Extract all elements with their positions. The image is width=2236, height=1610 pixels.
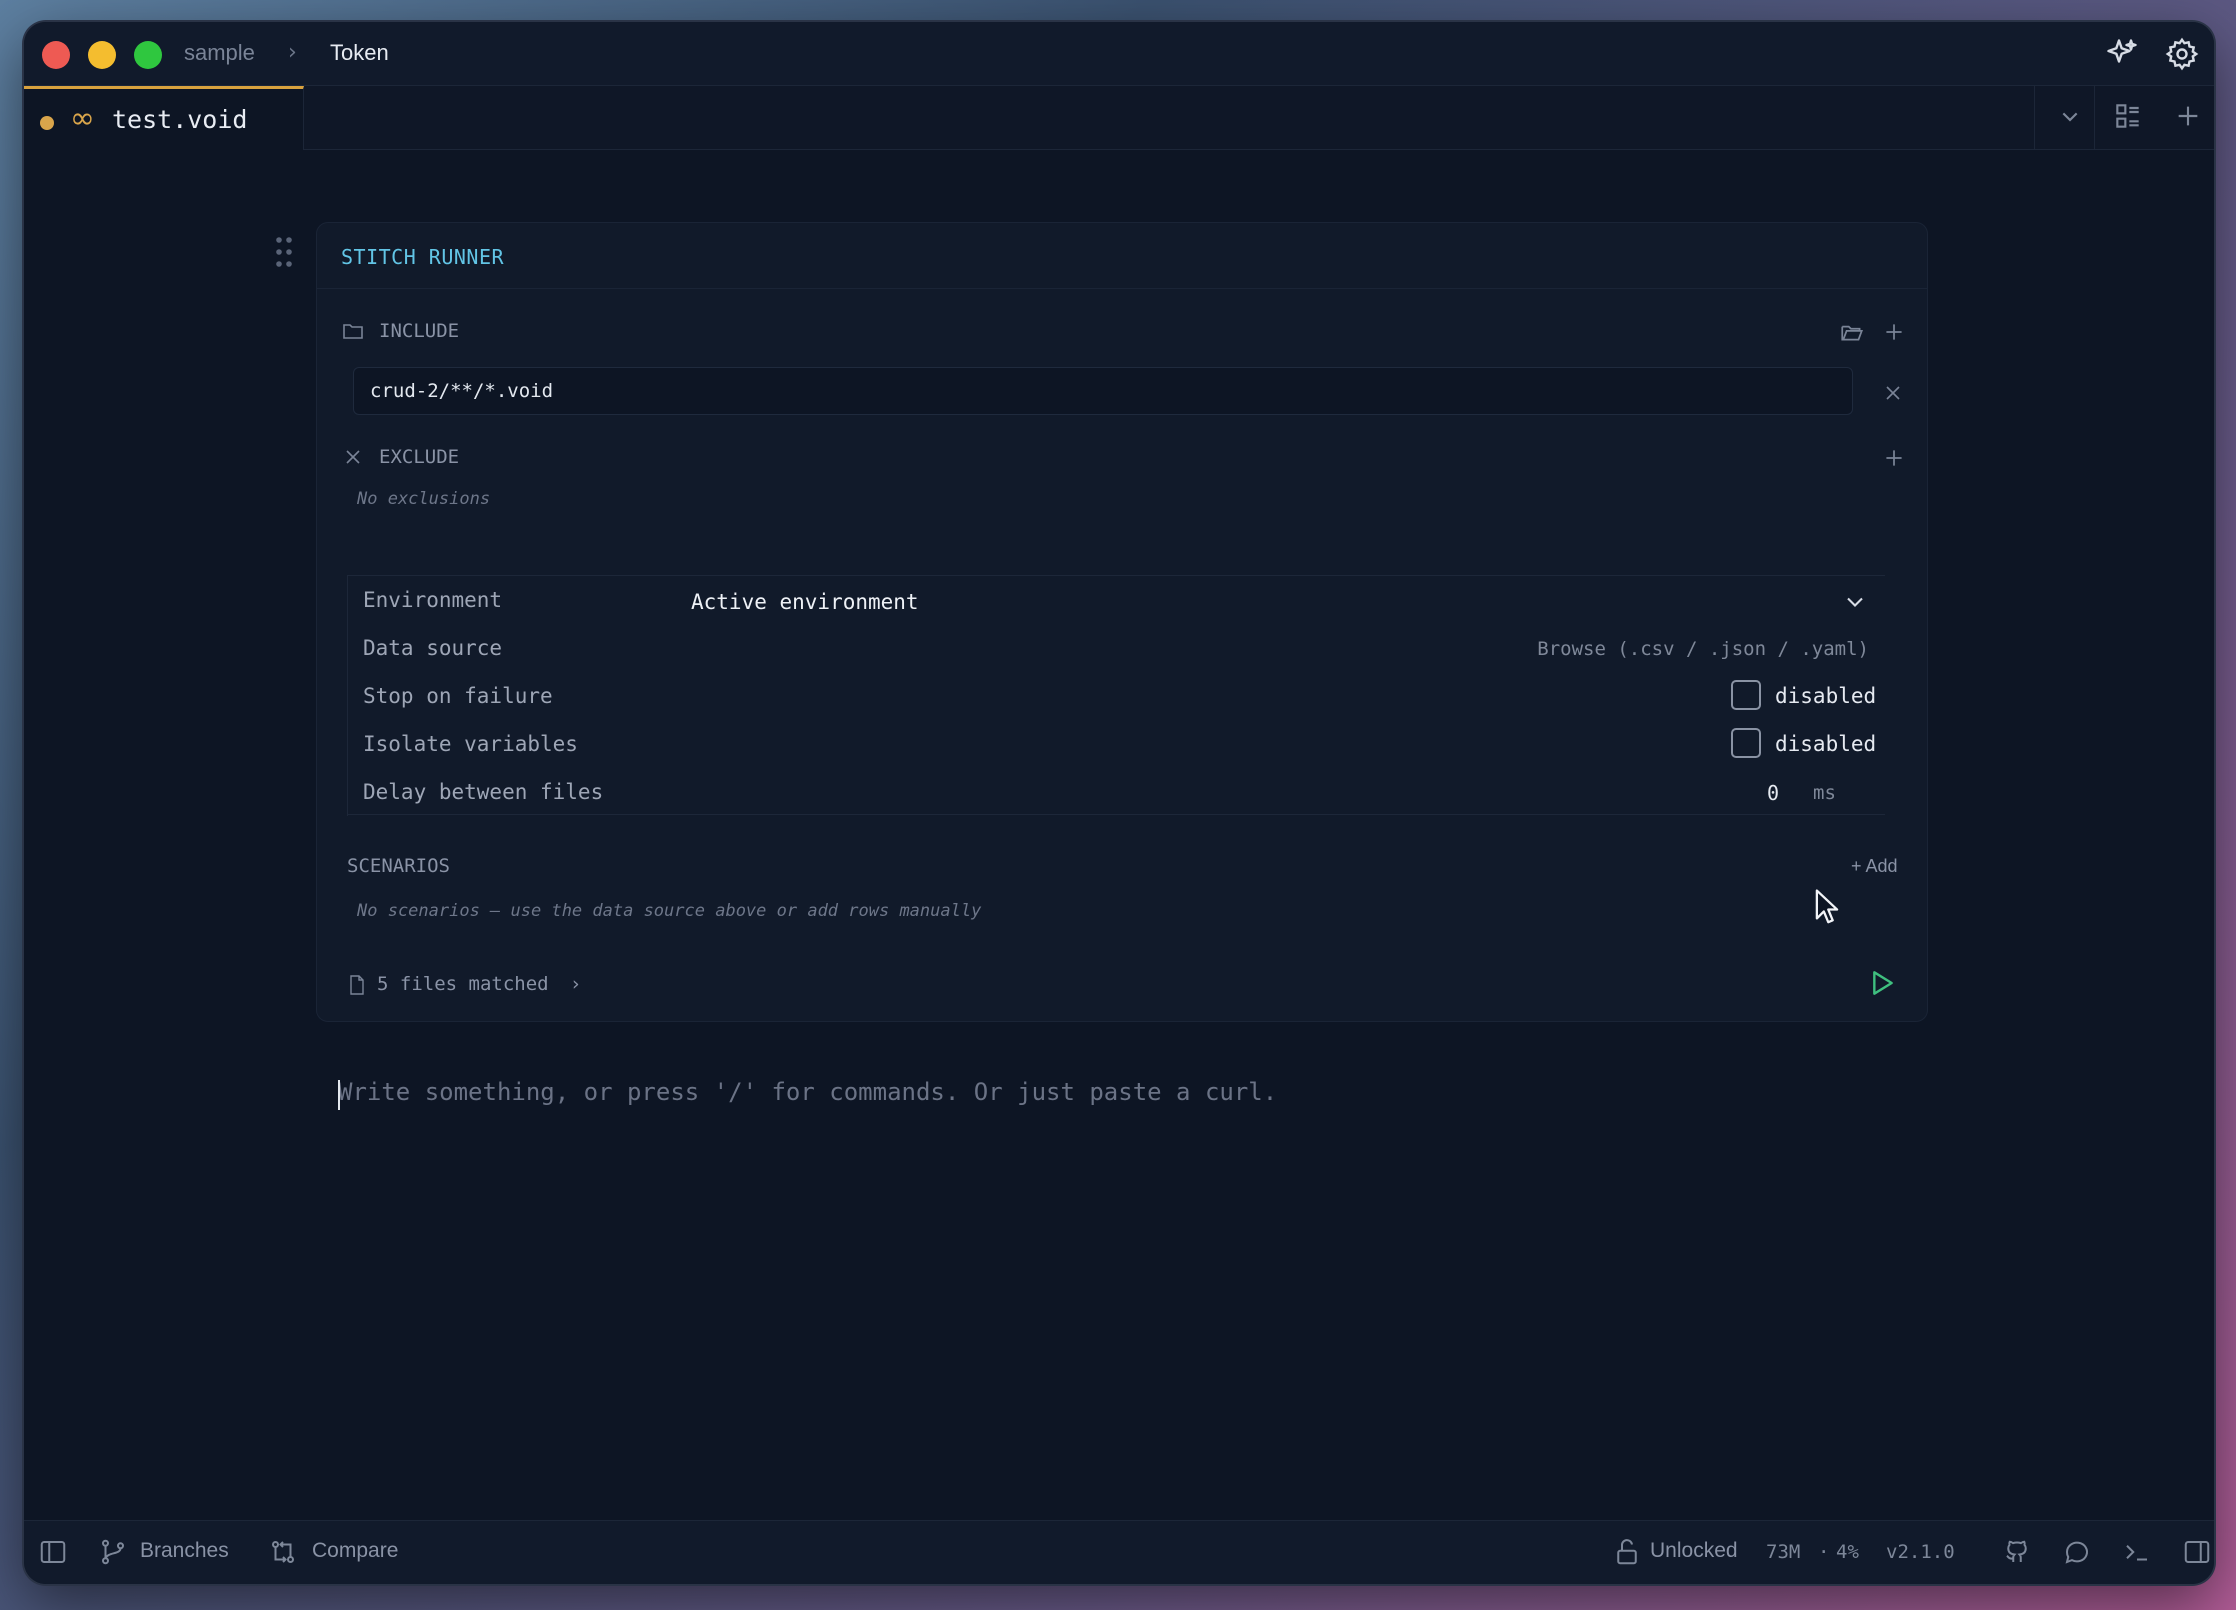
branches-button[interactable]: Branches (140, 1539, 229, 1563)
drag-handle-icon[interactable] (274, 236, 294, 268)
isolate-variables-label: Isolate variables (363, 732, 578, 756)
no-exclusions-text: No exclusions (357, 489, 491, 509)
editor-placeholder[interactable]: Write something, or press '/' for comman… (338, 1078, 1277, 1106)
file-icon (347, 973, 367, 997)
tab-test-void[interactable]: ∞ test.void (24, 86, 304, 150)
stop-on-failure-checkbox[interactable] (1731, 680, 1761, 710)
runner-settings: Environment Active environment Data sour… (347, 575, 1885, 816)
add-exclude-plus-icon[interactable] (1881, 445, 1907, 471)
card-header: STITCH RUNNER (317, 223, 1927, 289)
divider (347, 576, 348, 816)
separator-dot: · (1818, 1541, 1830, 1563)
folder-icon (341, 319, 365, 343)
chat-icon[interactable] (2062, 1537, 2092, 1567)
add-scenario-label: Add (1865, 856, 1898, 876)
lock-status[interactable]: Unlocked (1650, 1539, 1738, 1563)
stop-on-failure-state: disabled (1775, 684, 1877, 708)
chevron-right-icon: › (572, 973, 580, 995)
close-icon (341, 445, 365, 469)
files-matched-text: 5 files matched (377, 973, 549, 995)
branch-icon (98, 1537, 128, 1567)
divider (2094, 86, 2095, 150)
compare-icon (268, 1537, 298, 1567)
add-scenario-button[interactable]: + Add (1851, 856, 1898, 877)
cpu-usage: 4% (1836, 1541, 1859, 1563)
status-bar: Branches Compare Unlocked 73M · 4% v2.1.… (24, 1520, 2214, 1584)
breadcrumb-chevron-icon: › (288, 40, 297, 65)
minimize-window-button[interactable] (88, 41, 116, 69)
include-pattern-input[interactable]: crud-2/**/*.void (353, 367, 1853, 415)
maximize-window-button[interactable] (134, 41, 162, 69)
app-window: sample › Token ∞ test.void STITCH RUNNER… (24, 22, 2214, 1584)
chevron-down-icon[interactable] (1841, 588, 1869, 616)
browse-data-source-button[interactable]: Browse (.csv / .json / .yaml) (1537, 638, 1869, 660)
breadcrumb-current[interactable]: Token (330, 40, 389, 66)
right-panel-toggle-icon[interactable] (2182, 1537, 2212, 1567)
card-title: STITCH RUNNER (341, 245, 505, 269)
layout-icon[interactable] (2112, 100, 2144, 132)
chevron-down-icon[interactable] (2054, 100, 2086, 132)
no-scenarios-text: No scenarios — use the data source above… (357, 901, 982, 921)
gear-icon[interactable] (2164, 36, 2200, 72)
unlock-icon (1612, 1537, 1642, 1567)
version-label: v2.1.0 (1886, 1541, 1955, 1563)
remove-pattern-close-icon[interactable] (1881, 381, 1905, 405)
close-window-button[interactable] (42, 41, 70, 69)
tab-bar: ∞ test.void (24, 86, 2214, 150)
terminal-icon[interactable] (2122, 1537, 2152, 1567)
data-source-label: Data source (363, 636, 503, 660)
unsaved-dot (40, 116, 54, 130)
isolate-variables-checkbox[interactable] (1731, 728, 1761, 758)
text-caret (338, 1080, 340, 1110)
environment-label: Environment (363, 588, 503, 612)
tab-label: test.void (112, 105, 248, 134)
plus-icon[interactable] (2172, 100, 2204, 132)
delay-input[interactable]: 0 (1767, 781, 1779, 805)
delay-unit: ms (1813, 782, 1836, 804)
memory-usage: 73M (1766, 1541, 1801, 1563)
add-include-plus-icon[interactable] (1881, 319, 1907, 345)
divider (2034, 86, 2035, 150)
mouse-cursor-icon (1814, 888, 1840, 926)
scenarios-label: SCENARIOS (347, 855, 450, 877)
environment-select[interactable]: Active environment (691, 590, 919, 614)
breadcrumb-workspace[interactable]: sample (184, 40, 255, 66)
stop-on-failure-label: Stop on failure (363, 684, 553, 708)
isolate-variables-state: disabled (1775, 732, 1877, 756)
include-label: INCLUDE (379, 320, 460, 342)
run-play-icon[interactable] (1865, 967, 1897, 999)
infinity-icon: ∞ (70, 101, 95, 136)
github-icon[interactable] (2002, 1537, 2032, 1567)
delay-label: Delay between files (363, 780, 604, 804)
sidebar-toggle-icon[interactable] (38, 1537, 68, 1567)
compare-button[interactable]: Compare (312, 1539, 398, 1563)
stitch-runner-card: STITCH RUNNER INCLUDE crud-2/**/*.void E… (316, 222, 1928, 1022)
sparkle-icon[interactable] (2104, 36, 2140, 72)
title-bar: sample › Token (24, 22, 2214, 86)
files-matched-toggle[interactable]: 5 files matched › (377, 973, 580, 995)
folder-open-icon[interactable] (1839, 319, 1865, 345)
plus-icon: + (1851, 856, 1866, 876)
exclude-label: EXCLUDE (379, 446, 460, 468)
